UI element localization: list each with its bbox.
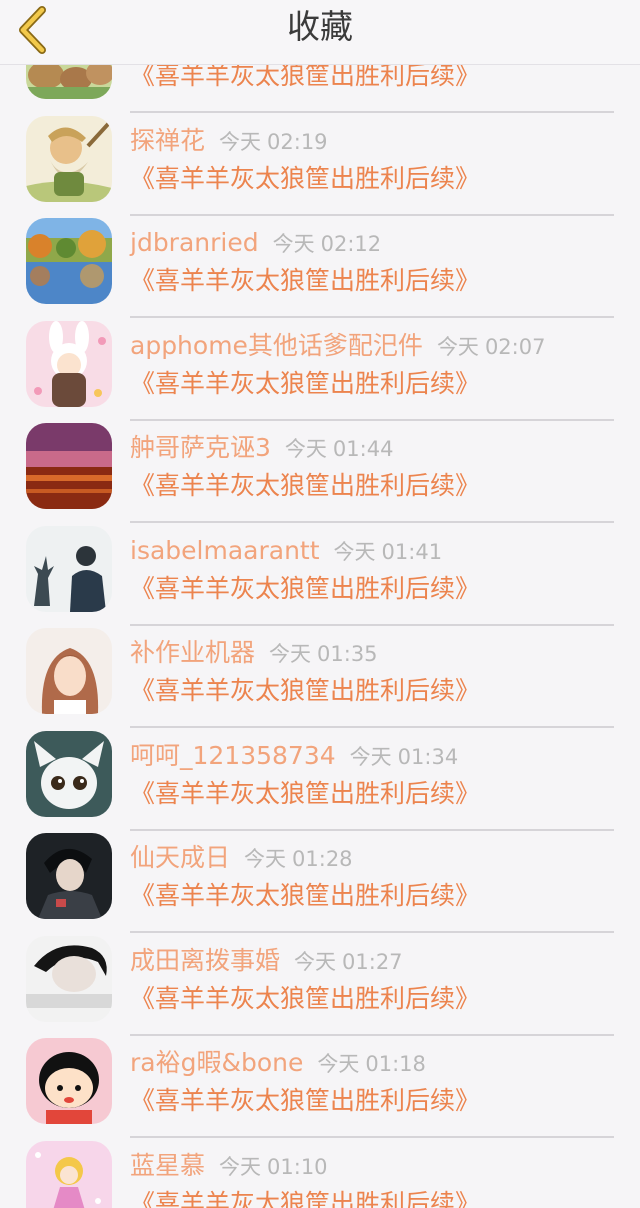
item-meta: 舯哥萨克诬3 今天 01:44 xyxy=(130,431,393,465)
list-item[interactable]: jdbranried 今天 02:12 《喜羊羊灰太狼筐出胜利后续》 xyxy=(0,192,640,318)
item-title: 《喜羊羊灰太狼筐出胜利后续》 xyxy=(130,471,481,500)
item-title: 《喜羊羊灰太狼筐出胜利后续》 xyxy=(130,573,481,603)
back-button[interactable] xyxy=(14,4,58,58)
page-title: 收藏 xyxy=(287,7,353,46)
avatar xyxy=(26,423,112,509)
time-day: 今天 xyxy=(333,539,376,564)
item-meta: apphome其他话爹配汜件 今天 02:07 xyxy=(130,329,545,363)
timestamp: 01:28 xyxy=(292,847,353,871)
timestamp: 02:12 xyxy=(320,232,382,256)
avatar xyxy=(26,218,112,304)
list-item[interactable]: 呵呵_121358734 今天 01:34 《喜羊羊灰太狼筐出胜利后续》 xyxy=(0,705,640,831)
timestamp: 01:34 xyxy=(397,744,459,769)
item-meta: 成田离拨事婚 今天 01:27 xyxy=(130,944,403,978)
item-title: 《喜羊羊灰太狼筐出胜利后续》 xyxy=(130,368,481,398)
list-item[interactable]: 蓝星慕 今天 01:10 《喜羊羊灰太狼筐出胜利后续》 xyxy=(0,1115,640,1208)
item-title: 《喜羊羊灰太狼筐出胜利后续》 xyxy=(130,881,481,910)
avatar xyxy=(26,935,112,1022)
user-name: 仙天成日 xyxy=(130,843,231,872)
item-title: 《喜羊羊灰太狼筐出胜利后续》 xyxy=(130,676,481,705)
timestamp: 01:35 xyxy=(317,642,378,666)
item-title: 《喜羊羊灰太狼筐出胜利后续》 xyxy=(130,1188,481,1208)
item-meta: 补作业机器 今天 01:35 xyxy=(130,636,378,670)
list-item[interactable]: isabelmaarantt 今天 01:41 《喜羊羊灰太狼筐出胜利后续》 xyxy=(0,500,640,626)
time-day: 今天 xyxy=(436,334,479,359)
avatar xyxy=(26,115,112,202)
time-day: 今天 xyxy=(284,437,327,461)
list-item[interactable]: apphome其他话爹配汜件 今天 02:07 《喜羊羊灰太狼筐出胜利后续》 xyxy=(0,295,640,421)
list-item[interactable]: 舯哥萨克诬3 今天 01:44 《喜羊羊灰太狼筐出胜利后续》 xyxy=(0,397,640,523)
item-title: 《喜羊羊灰太狼筐出胜利后续》 xyxy=(130,163,481,193)
item-meta: jdbranried 今天 02:12 xyxy=(130,226,381,260)
item-meta: 蓝星慕 今天 01:10 xyxy=(130,1149,328,1183)
avatar xyxy=(26,833,112,919)
avatar xyxy=(26,730,112,817)
time-day: 今天 xyxy=(272,232,315,256)
time-day: 今天 xyxy=(244,847,287,871)
user-name: 呵呵_121358734 xyxy=(130,740,336,770)
item-meta: 仙天成日 今天 01:28 xyxy=(130,841,353,875)
timestamp: 01:27 xyxy=(342,949,403,974)
user-name: ra裕g暇&bone xyxy=(130,1048,304,1077)
time-day: 今天 xyxy=(317,1052,360,1076)
user-name: apphome其他话爹配汜件 xyxy=(130,330,423,360)
avatar xyxy=(26,1140,112,1208)
user-name: 蓝星慕 xyxy=(130,1150,206,1180)
item-meta: 探禅花 今天 02:19 xyxy=(130,124,328,158)
avatar xyxy=(26,320,112,407)
list-item[interactable]: 探禅花 今天 02:19 《喜羊羊灰太狼筐出胜利后续》 xyxy=(0,90,640,216)
user-name: 舯哥萨克诬3 xyxy=(130,433,271,462)
list-item[interactable]: 补作业机器 今天 01:35 《喜羊羊灰太狼筐出胜利后续》 xyxy=(0,602,640,728)
user-name: jdbranried xyxy=(130,228,259,257)
timestamp: 01:10 xyxy=(267,1154,328,1179)
time-day: 今天 xyxy=(294,949,337,974)
avatar xyxy=(26,1038,112,1124)
timestamp: 01:41 xyxy=(381,539,443,564)
avatar xyxy=(26,525,112,612)
user-name: 补作业机器 xyxy=(130,638,256,667)
list-item[interactable]: ra裕g暇&bone 今天 01:18 《喜羊羊灰太狼筐出胜利后续》 xyxy=(0,1012,640,1138)
item-title: 《喜羊羊灰太狼筐出胜利后续》 xyxy=(130,983,481,1013)
chevron-left-icon xyxy=(19,6,46,54)
time-day: 今天 xyxy=(219,1154,262,1179)
timestamp: 02:07 xyxy=(484,334,546,359)
item-meta: isabelmaarantt 今天 01:41 xyxy=(130,534,442,568)
timestamp: 02:19 xyxy=(267,129,328,154)
timestamp: 01:44 xyxy=(332,437,394,461)
list-item[interactable]: 《喜羊羊灰太狼筐出胜利后续》 xyxy=(0,65,640,113)
timestamp: 01:18 xyxy=(365,1052,426,1076)
item-meta: ra裕g暇&bone 今天 01:18 xyxy=(130,1046,426,1080)
favorites-list[interactable]: 《喜羊羊灰太狼筐出胜利后续》 探禅花今天 02:19 《喜羊羊灰太狼筐出胜利后续… xyxy=(0,65,640,1208)
nav-bar: 收藏 xyxy=(0,0,640,65)
item-title: 《喜羊羊灰太狼筐出胜利后续》 xyxy=(130,266,481,295)
item-title: 《喜羊羊灰太狼筐出胜利后续》 xyxy=(130,1086,481,1115)
avatar xyxy=(26,628,112,714)
time-day: 今天 xyxy=(219,129,262,154)
favorites-screen: 收藏 《喜羊羊灰太狼筐出胜利后续》 探禅花 今天 02:19 《喜羊羊灰太狼筐出… xyxy=(0,0,640,1208)
list-item[interactable]: 仙天成日 今天 01:28 《喜羊羊灰太狼筐出胜利后续》 xyxy=(0,807,640,933)
list-item[interactable]: 成田离拨事婚 今天 01:27 《喜羊羊灰太狼筐出胜利后续》 xyxy=(0,910,640,1036)
time-day: 今天 xyxy=(349,744,392,769)
user-name: 探禅花 xyxy=(130,125,206,155)
user-name: isabelmaarantt xyxy=(130,535,320,565)
item-meta: 呵呵_121358734 今天 01:34 xyxy=(130,739,458,773)
user-name: 成田离拨事婚 xyxy=(130,945,281,975)
time-day: 今天 xyxy=(269,642,312,666)
item-title: 《喜羊羊灰太狼筐出胜利后续》 xyxy=(130,778,481,808)
